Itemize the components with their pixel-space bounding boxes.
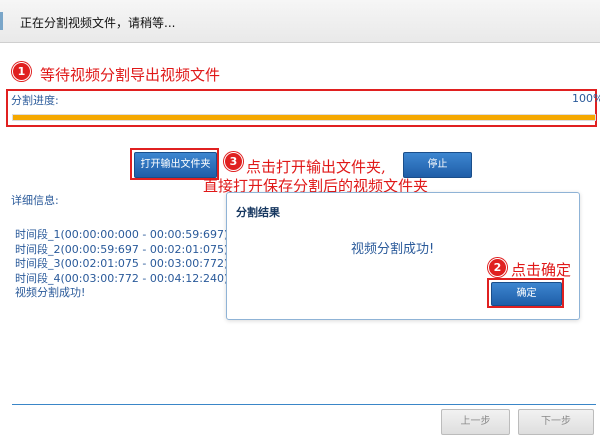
- log-line: 时间段_4(00:03:00:772 - 00:04:12:240): [15, 271, 229, 285]
- log-line: 视频分割成功!: [15, 286, 86, 300]
- details-label: 详细信息:: [11, 194, 59, 207]
- annotation-2-text: 点击确定: [511, 261, 572, 279]
- footer-divider: [12, 404, 596, 405]
- progress-highlight-frame: [6, 89, 597, 127]
- window-title: 正在分割视频文件，请稍等...: [20, 16, 176, 30]
- annotation-3-badge: 3: [224, 152, 243, 171]
- dialog-title: 分割结果: [236, 206, 280, 219]
- progress-percent: 100%: [572, 92, 600, 105]
- annotation-1-badge: 1: [12, 62, 31, 81]
- annotation-1-text: 等待视频分割导出视频文件: [40, 66, 221, 84]
- log-line: 时间段_2(00:00:59:697 - 00:02:01:075): [15, 242, 229, 256]
- progress-label: 分割进度:: [11, 94, 59, 107]
- log-line: 时间段_3(00:02:01:075 - 00:03:00:772): [15, 257, 229, 271]
- stop-button[interactable]: 停止: [403, 152, 472, 178]
- previous-step-button[interactable]: 上一步: [441, 409, 510, 435]
- dialog-message: 视频分割成功!: [351, 242, 435, 257]
- annotation-3-line1: 点击打开输出文件夹,: [246, 158, 386, 176]
- ok-button[interactable]: 确定: [491, 282, 562, 306]
- annotation-2-badge: 2: [488, 258, 507, 277]
- progress-bar: [12, 114, 596, 121]
- log-line: 时间段_1(00:00:00:000 - 00:00:59:697): [15, 228, 229, 241]
- progress-bar-fill: [13, 115, 595, 120]
- details-log: 时间段_1(00:00:00:000 - 00:00:59:697) 时间段_2…: [15, 228, 228, 301]
- next-step-button[interactable]: 下一步: [518, 409, 594, 435]
- header-accent-bar: [0, 12, 3, 30]
